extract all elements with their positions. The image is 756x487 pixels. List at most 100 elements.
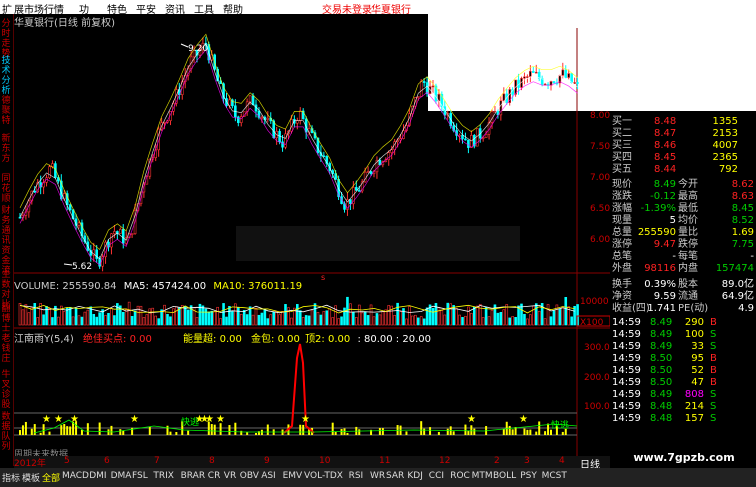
fund-value-1: 0.39% [644, 279, 676, 290]
indicator-bar [470, 425, 473, 435]
volume-bar [27, 312, 31, 326]
indicator-tab-8[interactable]: BRAR [181, 471, 205, 481]
indicator-tab-0[interactable]: 指标 [2, 471, 20, 484]
volume-bar [275, 311, 278, 326]
volume-bar [154, 315, 157, 326]
candle-body [51, 163, 54, 168]
volume-bar [325, 310, 329, 326]
indicator-bar [33, 424, 36, 435]
side-tab-9[interactable]: 老钱庄 [0, 334, 12, 364]
volume-bar [529, 314, 532, 326]
indicator-tab-15[interactable]: RSI [349, 471, 364, 481]
side-tab-4[interactable]: 同花顺 [0, 174, 12, 204]
candle-body [163, 121, 166, 124]
indicator-tab-9[interactable]: CR [208, 471, 221, 481]
volume-bar [570, 316, 573, 326]
volume-bar [458, 314, 461, 326]
order-volume: 792 [718, 164, 738, 175]
order-label: 买一 [612, 116, 632, 127]
candle-body [284, 133, 287, 148]
indicator-tab-3[interactable]: MACD [62, 471, 89, 481]
levels-label: : 80.00 : 20.00 [357, 334, 431, 345]
tick-price: 8.50 [650, 353, 673, 364]
volume-bar [195, 317, 199, 326]
indicator-tab-13[interactable]: EMV [283, 471, 303, 481]
volume-bar [564, 297, 568, 326]
indicator-tab-17[interactable]: SAR [386, 471, 404, 481]
indicator-tab-14[interactable]: VOL-TDX [304, 471, 343, 481]
indicator-bar [60, 425, 63, 435]
price-tick: 8.00 [590, 111, 610, 121]
volume-bar [546, 304, 550, 326]
side-tab-1[interactable]: 技术分析 [0, 56, 12, 96]
indicator-tab-19[interactable]: CCI [429, 471, 444, 481]
indicator-bar [429, 427, 432, 435]
volume-bar [446, 302, 450, 326]
indicator-tab-22[interactable]: BOLL [493, 471, 516, 481]
volume-bar [231, 311, 234, 326]
indicator-tab-18[interactable]: KDJ [407, 471, 423, 481]
indicator-tab-10[interactable]: VR [224, 471, 236, 481]
candle-body [475, 128, 479, 147]
tick-row: 14:59 8.48 214 S [610, 401, 756, 412]
indicator-tab-4[interactable]: DMI [89, 471, 106, 481]
volume-bar [71, 316, 75, 326]
tick-time: 14:59 [612, 413, 641, 424]
quote-value-1: -1.39% [640, 203, 676, 214]
volume-bar [307, 315, 311, 326]
quote-value-2: - [750, 251, 754, 262]
indicator-tab-6[interactable]: FSL [132, 471, 148, 481]
quote-label-2: 今开 [678, 179, 698, 190]
volume-bar [378, 314, 382, 326]
indicator-tab-21[interactable]: MTM [472, 471, 493, 481]
volume-bar [163, 304, 166, 326]
indicator-tab-16[interactable]: WR [370, 471, 385, 481]
quote-label-1: 现量 [612, 215, 632, 226]
order-book-row: 买五 8.44 792 [610, 164, 756, 175]
volume-bar [475, 305, 479, 326]
volume-bar [461, 317, 464, 326]
indicator-tab-12[interactable]: ASI [261, 471, 276, 481]
side-tab-11[interactable]: 数据队列 [0, 412, 12, 452]
side-tab-2[interactable]: 德聚特 [0, 96, 12, 126]
indicator-bar [464, 424, 467, 435]
order-book-row: 买三 8.46 4007 [610, 140, 756, 151]
indicator-name[interactable]: 江南雨Y(5,4) [14, 334, 74, 345]
chart-title: 华夏银行(日线 前复权) [14, 18, 115, 29]
indicator-tab-7[interactable]: TRIX [153, 471, 174, 481]
indicator-tab-24[interactable]: MCST [542, 471, 567, 481]
side-tab-10[interactable]: 牛叉诊股 [0, 370, 12, 410]
indicator-tab-20[interactable]: ROC [450, 471, 470, 481]
indicator-bar [255, 432, 257, 435]
order-price: 8.47 [654, 128, 677, 139]
indicator-tab-11[interactable]: OBV [240, 471, 259, 481]
volume-bar [95, 316, 98, 326]
candle-body [349, 199, 352, 205]
side-tab-0[interactable]: 分时走势 [0, 19, 12, 59]
tick-row: 14:59 8.49 100 S [610, 329, 756, 340]
tick-volume: 214 [684, 401, 704, 412]
side-tab-3[interactable]: 新东方 [0, 134, 12, 164]
indicator-tab-5[interactable]: DMA [111, 471, 132, 481]
candle-body [119, 229, 122, 234]
date-tick: 4 [559, 456, 565, 466]
tick-row: 14:59 8.49 33 S [610, 341, 756, 352]
quote-label-1: 总量 [612, 227, 632, 238]
indicator-tab-1[interactable]: 模板 [22, 471, 40, 484]
quote-row: 现量 5 均价 8.52 [610, 215, 756, 226]
indicator-tab-23[interactable]: PSY [520, 471, 537, 481]
side-tab-8[interactable]: 翻博士 [0, 304, 12, 334]
indicator-bar [166, 425, 169, 435]
volume-bar [110, 308, 113, 326]
volume-bar [295, 304, 299, 326]
side-tab-5[interactable]: 财务通讯 [0, 206, 12, 246]
indicator-tick: 200.0 [584, 373, 610, 383]
price-chart[interactable]: 8.00 7.50 7.00 6.50 6.00 9.20 5.62 s 10000 X… [14, 28, 610, 456]
volume-bar [449, 303, 453, 326]
volume-bar [107, 312, 110, 326]
indicator-bar [331, 422, 334, 435]
indicator-bar [473, 428, 476, 435]
candle-body [458, 134, 461, 137]
candle-body [18, 216, 22, 219]
indicator-tab-2[interactable]: 全部 [42, 471, 60, 484]
